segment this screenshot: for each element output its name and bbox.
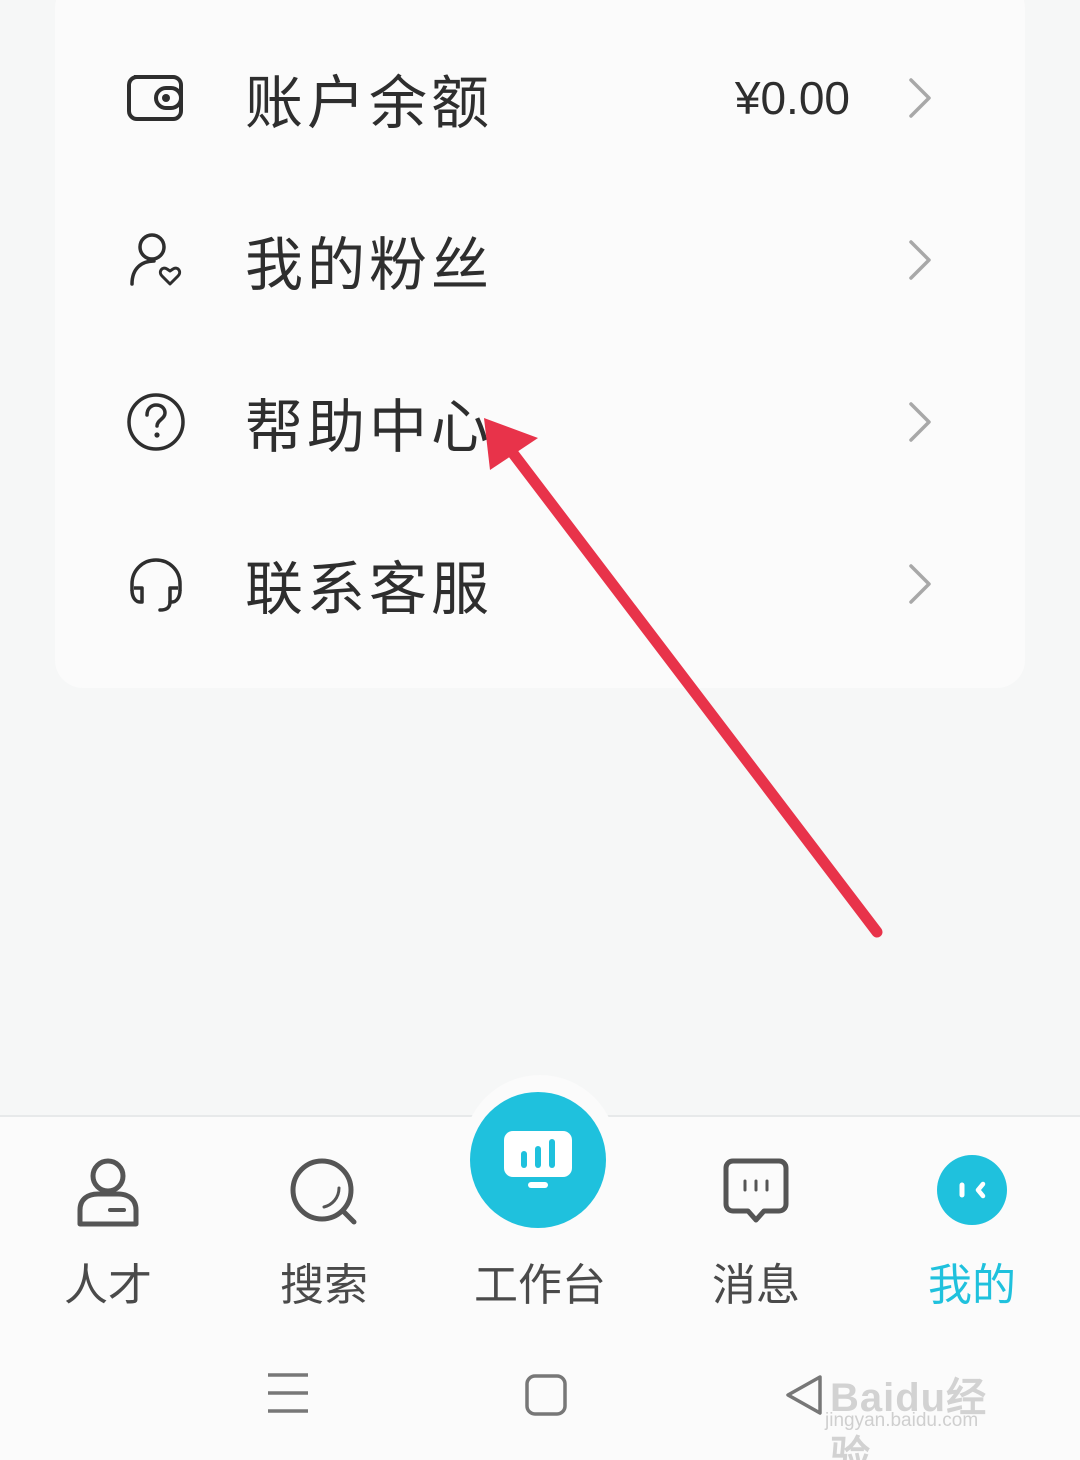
tab-label: 工作台 <box>474 1260 606 1311</box>
tab-label: 人才 <box>64 1260 152 1311</box>
wallet-icon <box>125 67 187 129</box>
search-icon <box>290 1158 357 1225</box>
headset-icon <box>125 553 187 615</box>
dashboard-icon <box>504 1131 572 1188</box>
tab-talent[interactable]: 人才 <box>0 1117 216 1317</box>
menu-item-customer-service[interactable]: 联系客服 <box>55 503 1025 665</box>
menu-item-label: 我的粉丝 <box>245 231 494 299</box>
chevron-right-icon <box>909 78 931 118</box>
tab-messages[interactable]: 消息 <box>648 1117 864 1317</box>
tab-search[interactable]: 搜索 <box>216 1117 432 1317</box>
tab-label: 消息 <box>712 1260 800 1311</box>
workbench-button[interactable] <box>470 1092 606 1228</box>
person-icon <box>77 1158 139 1227</box>
menu-nav-icon[interactable] <box>266 1371 310 1415</box>
back-nav-icon[interactable] <box>782 1373 826 1417</box>
tab-label: 我的 <box>928 1260 1016 1311</box>
menu-item-help-center[interactable]: 帮助中心 <box>55 341 1025 503</box>
menu-item-label: 联系客服 <box>245 555 494 623</box>
menu-item-label: 帮助中心 <box>245 393 494 461</box>
menu-item-fans[interactable]: 我的粉丝 <box>55 179 1025 341</box>
chevron-right-icon <box>909 402 931 442</box>
chevron-right-icon <box>909 240 931 280</box>
menu-card: 账户余额 ¥0.00 我的粉丝 帮助中心 联系客服 <box>55 0 1025 688</box>
watermark: Baidu经验 jingyan.baidu.com <box>825 1340 1025 1460</box>
tab-mine[interactable]: 我的 <box>864 1117 1080 1317</box>
tab-label: 搜索 <box>280 1260 368 1311</box>
chevron-right-icon <box>909 564 931 604</box>
menu-item-balance[interactable]: 账户余额 ¥0.00 <box>55 17 1025 179</box>
fans-icon <box>125 229 187 291</box>
help-icon <box>125 391 187 453</box>
message-icon <box>723 1158 789 1223</box>
profile-icon <box>937 1155 1007 1225</box>
menu-item-label: 账户余额 <box>245 69 494 137</box>
balance-value: ¥0.00 <box>734 72 850 124</box>
watermark-url: jingyan.baidu.com <box>825 1410 979 1431</box>
home-nav-icon[interactable] <box>524 1373 568 1417</box>
